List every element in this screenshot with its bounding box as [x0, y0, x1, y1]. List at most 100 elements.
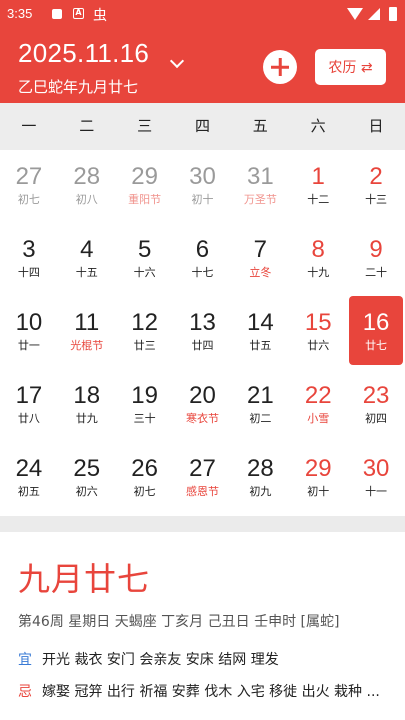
day-subtitle: 初六	[75, 485, 98, 498]
status-time: 3:35	[7, 6, 33, 21]
day-cell[interactable]: 29 初十	[289, 442, 347, 515]
lunar-toggle-button[interactable]: 农历 ⇄	[315, 49, 386, 85]
day-cell[interactable]: 16 廿七	[349, 296, 403, 365]
day-subtitle: 十二	[307, 193, 330, 206]
day-subtitle: 廿三	[133, 339, 156, 352]
day-cell[interactable]: 27 感恩节	[174, 442, 232, 515]
signal-icon	[368, 8, 380, 20]
weekday-header: 一 二 三 四 五 六 日	[0, 103, 405, 150]
day-cell[interactable]: 8 十九	[289, 223, 347, 296]
day-number: 18	[73, 382, 101, 409]
day-cell[interactable]: 24 初五	[0, 442, 58, 515]
day-cell[interactable]: 7 立冬	[231, 223, 289, 296]
day-subtitle: 廿五	[249, 339, 272, 352]
day-subtitle: 重阳节	[128, 193, 162, 206]
day-cell[interactable]: 3 十四	[0, 223, 58, 296]
day-number: 21	[246, 382, 274, 409]
day-cell[interactable]: 15 廿六	[289, 296, 347, 369]
detail-lunar-day: 九月廿七	[18, 560, 151, 598]
day-cell[interactable]: 28 初九	[231, 442, 289, 515]
weekday-wed: 三	[137, 117, 153, 135]
day-cell[interactable]: 19 三十	[116, 369, 174, 442]
day-cell[interactable]: 23 初四	[347, 369, 405, 442]
day-number: 5	[137, 236, 152, 263]
day-subtitle: 廿四	[191, 339, 214, 352]
yi-label: 宜	[18, 652, 32, 668]
day-cell[interactable]: 2 十三	[347, 150, 405, 223]
day-subtitle: 十三	[365, 193, 388, 206]
add-button[interactable]	[263, 50, 297, 84]
day-subtitle: 三十	[133, 412, 156, 425]
day-number: 31	[246, 163, 274, 190]
day-number: 16	[362, 309, 390, 336]
day-subtitle: 初十	[307, 485, 330, 498]
day-number: 3	[22, 236, 36, 263]
day-subtitle: 十九	[307, 266, 330, 279]
day-cell[interactable]: 22 小雪	[289, 369, 347, 442]
day-number: 22	[304, 382, 332, 409]
day-cell[interactable]: 26 初七	[116, 442, 174, 515]
day-number: 7	[253, 236, 268, 263]
day-number: 12	[131, 309, 158, 336]
day-number: 10	[15, 309, 43, 336]
day-cell[interactable]: 12 廿三	[116, 296, 174, 369]
day-cell[interactable]: 18 廿九	[58, 369, 116, 442]
day-cell[interactable]: 14 廿五	[231, 296, 289, 369]
day-cell[interactable]: 10 廿一	[0, 296, 58, 369]
current-date[interactable]: 2025.11.16	[18, 38, 149, 69]
day-cell[interactable]: 29 重阳节	[116, 150, 174, 223]
day-subtitle: 初五	[17, 485, 40, 498]
day-number: 14	[246, 309, 274, 336]
day-subtitle: 寒衣节	[185, 412, 219, 425]
day-cell[interactable]: 20 寒衣节	[174, 369, 232, 442]
day-number: 2	[369, 163, 383, 190]
day-subtitle: 廿八	[17, 412, 40, 425]
day-cell[interactable]: 13 廿四	[174, 296, 232, 369]
day-number: 23	[362, 382, 390, 409]
battery-icon	[389, 7, 397, 21]
wifi-icon	[347, 8, 363, 20]
calendar-grid: 27 初七 28 初八 29 重阳节 30 初十 31 万圣节 1 十二 2 十三 3 十四 4 十五 5 十六 6 十七…	[0, 150, 405, 516]
day-subtitle: 初七	[17, 193, 40, 206]
lunar-date: 乙巳蛇年九月廿七	[18, 78, 139, 96]
ji-row[interactable]: 忌嫁娶 冠笄 出行 祈福 安葬 伐木 入宅 移徙 出火 栽种 ...	[18, 681, 380, 701]
day-subtitle: 光棍节	[70, 339, 104, 352]
day-cell[interactable]: 27 初七	[0, 150, 58, 223]
weekday-sun: 日	[368, 117, 384, 135]
yi-text: 开光 裁衣 安门 会亲友 安床 结网 理发	[42, 652, 279, 668]
day-subtitle: 廿七	[365, 339, 388, 352]
day-number: 19	[131, 382, 158, 409]
day-cell[interactable]: 30 初十	[174, 150, 232, 223]
day-cell[interactable]: 6 十七	[174, 223, 232, 296]
day-number: 29	[131, 163, 158, 190]
day-cell[interactable]: 28 初八	[58, 150, 116, 223]
detail-info: 第46周 星期日 天蝎座 丁亥月 己丑日 壬申时 [属蛇]	[18, 614, 340, 630]
day-cell[interactable]: 11 光棍节	[58, 296, 116, 369]
day-cell[interactable]: 17 廿八	[0, 369, 58, 442]
day-number: 11	[74, 309, 100, 336]
day-subtitle: 廿九	[75, 412, 98, 425]
day-number: 26	[131, 455, 158, 482]
day-cell[interactable]: 21 初二	[231, 369, 289, 442]
day-number: 25	[73, 455, 101, 482]
weekday-mon: 一	[21, 117, 37, 135]
chevron-down-icon[interactable]	[169, 53, 185, 69]
ji-label: 忌	[18, 684, 32, 700]
day-subtitle: 十五	[75, 266, 98, 279]
notification-square-icon	[52, 9, 62, 19]
day-cell[interactable]: 4 十五	[58, 223, 116, 296]
day-cell[interactable]: 9 二十	[347, 223, 405, 296]
day-cell[interactable]: 31 万圣节	[231, 150, 289, 223]
day-number: 29	[304, 455, 332, 482]
weekday-tue: 二	[79, 117, 95, 135]
day-number: 28	[73, 163, 101, 190]
day-subtitle: 感恩节	[185, 485, 219, 498]
yi-row[interactable]: 宜开光 裁衣 安门 会亲友 安床 结网 理发	[18, 649, 279, 669]
day-detail-card: 九月廿七 第46周 星期日 天蝎座 丁亥月 己丑日 壬申时 [属蛇] 宜开光 裁…	[0, 532, 405, 720]
day-cell[interactable]: 30 十一	[347, 442, 405, 515]
day-cell[interactable]: 1 十二	[289, 150, 347, 223]
day-subtitle: 十四	[17, 266, 40, 279]
day-cell[interactable]: 5 十六	[116, 223, 174, 296]
day-subtitle: 十六	[133, 266, 156, 279]
day-cell[interactable]: 25 初六	[58, 442, 116, 515]
